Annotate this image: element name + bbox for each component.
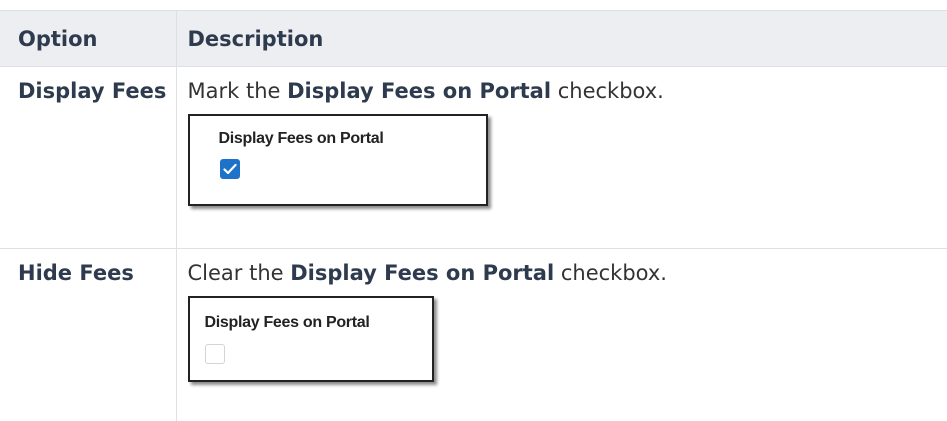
option-cell: Hide Fees	[18, 261, 134, 285]
checkbox-screenshot: Display Fees on Portal	[187, 296, 434, 382]
description-text: Mark the Display Fees on Portal checkbox…	[188, 76, 947, 106]
option-cell: Display Fees	[0, 66, 176, 249]
header-option: Option	[0, 10, 176, 67]
page: Option Description Display Fees Mark the…	[0, 0, 947, 421]
description-bold: Display Fees on Portal	[287, 79, 552, 103]
table-row: Display Fees Mark the Display Fees on Po…	[0, 66, 947, 249]
table-header-row: Option Description	[0, 10, 947, 67]
description-cell: Mark the Display Fees on Portal checkbox…	[175, 66, 947, 249]
description-cell: Clear the Display Fees on Portal checkbo…	[175, 248, 947, 421]
checkbox-screenshot: Display Fees on Portal	[187, 114, 488, 206]
description-bold: Display Fees on Portal	[290, 261, 555, 285]
description-suffix: checkbox.	[554, 261, 667, 285]
table-row: Hide Fees Clear the Display Fees on Port…	[0, 248, 947, 421]
screenshot-label: Display Fees on Portal	[204, 314, 370, 331]
unchecked-checkbox-icon	[204, 344, 225, 364]
description-prefix: Mark the	[187, 79, 288, 103]
screenshot-label: Display Fees on Portal	[218, 130, 384, 147]
checked-checkbox-icon	[219, 159, 240, 179]
description-suffix: checkbox.	[551, 79, 664, 103]
description-prefix: Clear the	[187, 261, 291, 285]
description-text: Clear the Display Fees on Portal checkbo…	[188, 258, 947, 288]
options-table: Option Description Display Fees Mark the…	[0, 10, 947, 421]
checkmark-icon	[222, 163, 237, 175]
header-description: Description	[175, 10, 947, 67]
